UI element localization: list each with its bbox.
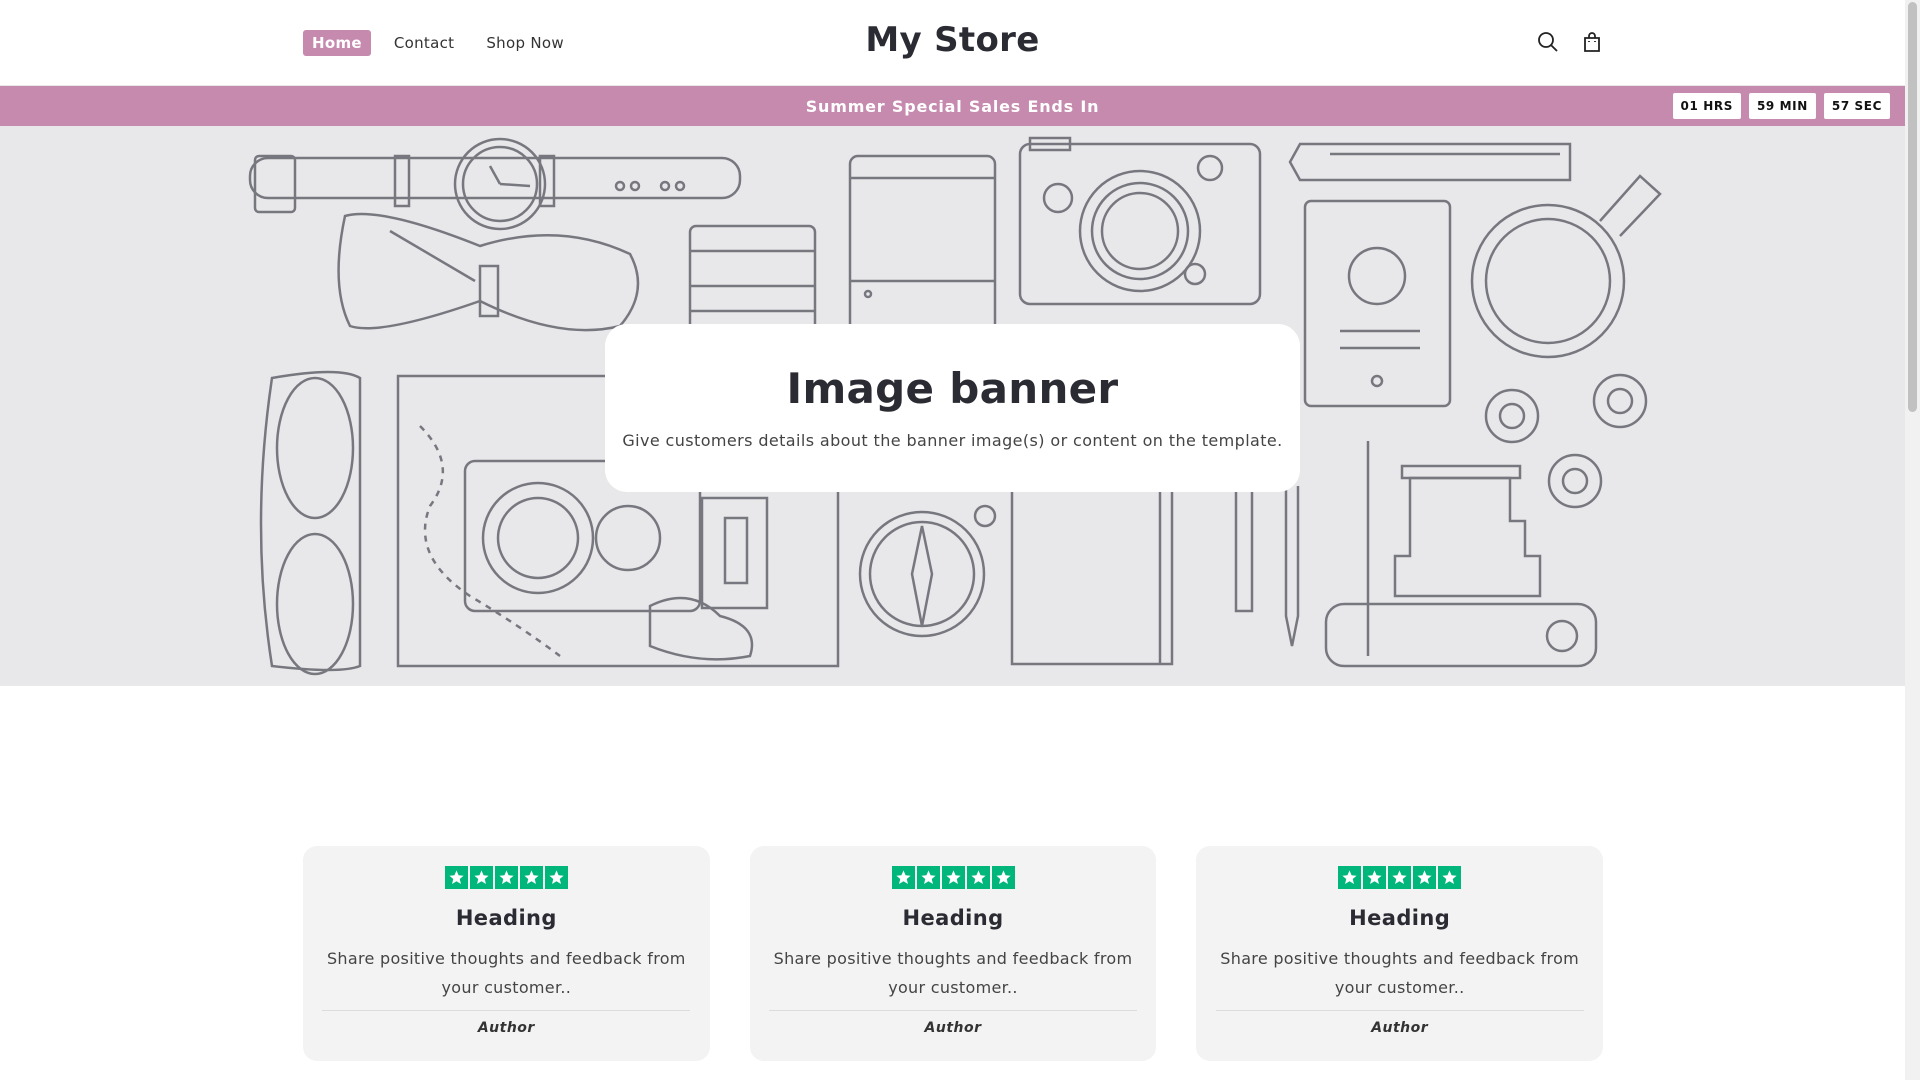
countdown-timer: 01 HRS 59 MIN 57 SEC xyxy=(1672,93,1890,119)
compass-illustration xyxy=(858,504,997,638)
banner-content-box: Image banner Give customers details abou… xyxy=(605,324,1300,492)
star-icon xyxy=(941,866,965,889)
testimonial-author: Author xyxy=(924,1020,982,1036)
scrollbar-thumb[interactable] xyxy=(1908,2,1917,412)
pencil-illustration xyxy=(1288,142,1572,182)
star-rating xyxy=(1338,866,1462,889)
nav-home-link[interactable]: Home xyxy=(303,30,371,56)
watch-illustration xyxy=(248,137,742,231)
passport-illustration xyxy=(1303,199,1452,408)
nav-shop-now-link[interactable]: Shop Now xyxy=(477,30,573,56)
camera-illustration xyxy=(1018,136,1262,306)
notebook-illustration xyxy=(1010,484,1300,666)
star-icon xyxy=(1363,866,1387,889)
star-icon xyxy=(519,866,543,889)
star-icon xyxy=(1388,866,1412,889)
star-icon xyxy=(494,866,518,889)
lens-illustration xyxy=(688,224,817,338)
star-icon xyxy=(916,866,940,889)
testimonial-heading: Heading xyxy=(1349,906,1451,930)
star-icon xyxy=(544,866,568,889)
store-logo-wrapper: My Store xyxy=(0,20,1905,60)
testimonial-heading: Heading xyxy=(455,906,557,930)
countdown-minutes: 59 MIN xyxy=(1748,93,1816,119)
bowtie-illustration xyxy=(337,212,640,332)
film-canister-illustration xyxy=(848,154,997,333)
main-nav: Home Contact Shop Now xyxy=(303,30,573,56)
search-icon[interactable] xyxy=(1536,30,1560,54)
testimonial-text: Share positive thoughts and feedback fro… xyxy=(1220,949,1580,997)
countdown-hours: 01 HRS xyxy=(1672,93,1741,119)
testimonial-text: Share positive thoughts and feedback fro… xyxy=(326,949,686,997)
vintage-camera-illustration xyxy=(1324,441,1598,668)
testimonial-card: Heading Share positive thoughts and feed… xyxy=(303,846,710,1061)
testimonial-heading: Heading xyxy=(902,906,1004,930)
star-icon xyxy=(1338,866,1362,889)
star-icon xyxy=(966,866,990,889)
star-icon xyxy=(991,866,1015,889)
star-icon xyxy=(469,866,493,889)
divider xyxy=(1215,1010,1584,1011)
divider xyxy=(322,1010,691,1011)
testimonial-text: Share positive thoughts and feedback fro… xyxy=(773,949,1133,997)
star-icon xyxy=(444,866,468,889)
announcement-bar: Summer Special Sales Ends In 01 HRS 59 M… xyxy=(0,86,1905,126)
testimonial-card: Heading Share positive thoughts and feed… xyxy=(1196,846,1604,1061)
countdown-seconds: 57 SEC xyxy=(1823,93,1890,119)
star-icon xyxy=(1413,866,1437,889)
star-rating xyxy=(891,866,1015,889)
banner-subtitle: Give customers details about the banner … xyxy=(622,431,1283,450)
image-banner: Image banner Give customers details abou… xyxy=(0,126,1905,686)
star-rating xyxy=(444,866,568,889)
magnifier-illustration xyxy=(1470,174,1662,359)
testimonial-card: Heading Share positive thoughts and feed… xyxy=(749,846,1157,1061)
cart-icon[interactable] xyxy=(1580,30,1604,54)
testimonial-author: Author xyxy=(477,1020,535,1036)
testimonial-author: Author xyxy=(1371,1020,1429,1036)
glasses-illustration xyxy=(259,370,362,676)
site-header: Home Contact Shop Now My Store xyxy=(0,0,1905,86)
store-logo[interactable]: My Store xyxy=(865,20,1039,60)
divider xyxy=(769,1010,1137,1011)
announcement-text: Summer Special Sales Ends In xyxy=(805,97,1100,116)
page-scrollbar[interactable] xyxy=(1905,0,1920,1080)
star-icon xyxy=(1438,866,1462,889)
star-icon xyxy=(891,866,915,889)
nav-contact-link[interactable]: Contact xyxy=(385,30,463,56)
banner-title: Image banner xyxy=(786,364,1119,413)
testimonials-section: Heading Share positive thoughts and feed… xyxy=(303,846,1604,1061)
